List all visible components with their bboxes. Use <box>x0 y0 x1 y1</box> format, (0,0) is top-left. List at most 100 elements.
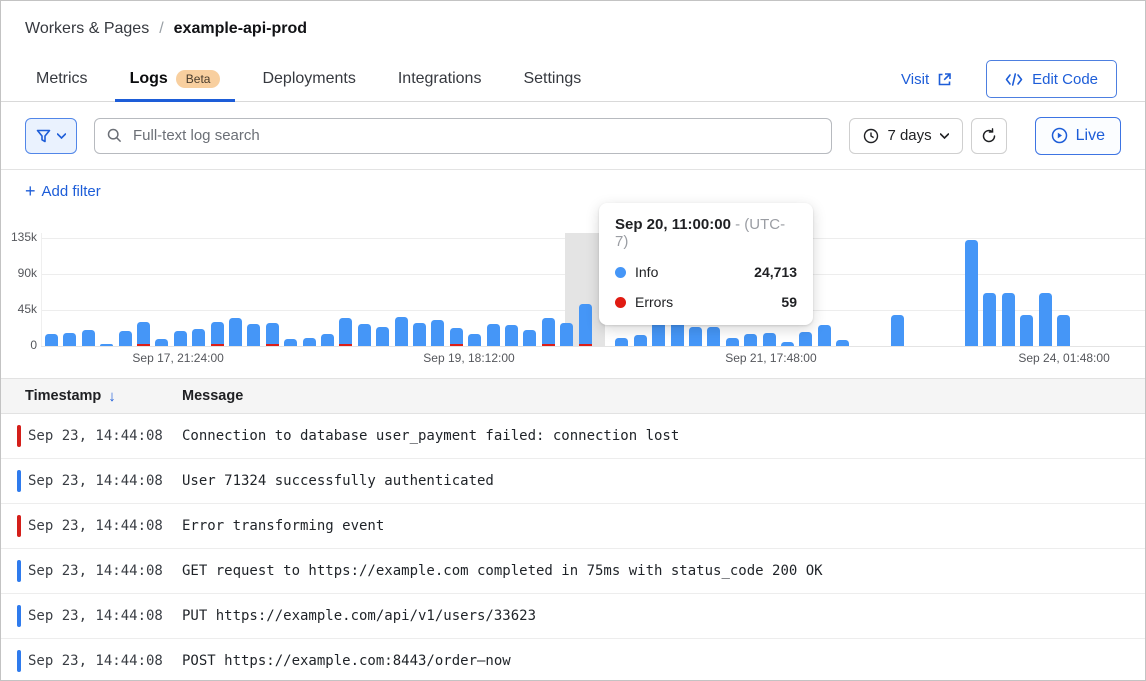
chart-bar[interactable] <box>818 325 831 346</box>
chart-bar[interactable] <box>82 330 95 346</box>
chart-bar[interactable] <box>468 334 481 346</box>
log-row[interactable]: Sep 23, 14:44:08User 71324 successfully … <box>1 459 1145 504</box>
chart-bar[interactable] <box>726 338 739 346</box>
chart-bar[interactable] <box>799 332 812 346</box>
chart-bar[interactable] <box>413 323 426 346</box>
bar-info-segment <box>63 333 76 346</box>
filter-toolbar: 7 days Live <box>1 102 1145 170</box>
visit-link[interactable]: Visit <box>901 71 952 88</box>
x-axis-tick-label: Sep 21, 17:48:00 <box>696 351 846 365</box>
chart-bar[interactable] <box>229 318 242 346</box>
bar-info-segment <box>211 322 224 344</box>
bar-info-segment <box>247 324 260 346</box>
bar-info-segment <box>303 338 316 346</box>
log-volume-chart: Sep 20, 11:00:00 - (UTC-7) Info 24,713 E… <box>1 212 1145 378</box>
bar-info-segment <box>505 325 518 346</box>
tab-deployments[interactable]: Deployments <box>262 57 355 101</box>
add-filter-row: + Add filter <box>1 170 1145 212</box>
column-header-timestamp[interactable]: Timestamp ↓ <box>1 388 182 405</box>
chart-bar[interactable] <box>395 317 408 346</box>
tab-integrations[interactable]: Integrations <box>398 57 482 101</box>
filter-button[interactable] <box>25 118 77 154</box>
log-row[interactable]: Sep 23, 14:44:08POST https://example.com… <box>1 639 1145 681</box>
chart-bar[interactable] <box>763 333 776 346</box>
bar-info-segment <box>634 335 647 346</box>
y-axis-tick-label: 0 <box>1 338 37 352</box>
chart-bar[interactable] <box>615 338 628 346</box>
bar-info-segment <box>983 293 996 346</box>
chart-bar[interactable] <box>192 329 205 346</box>
chart-bar[interactable] <box>1039 293 1052 346</box>
bar-error-segment <box>339 344 352 346</box>
chart-bar[interactable] <box>45 334 58 346</box>
bar-info-segment <box>1002 293 1015 346</box>
chart-bar[interactable] <box>266 323 279 346</box>
y-axis-tick-label: 90k <box>1 266 37 280</box>
breadcrumb-workers-pages[interactable]: Workers & Pages <box>25 20 149 38</box>
chart-bar[interactable] <box>339 318 352 346</box>
chart-bar[interactable] <box>965 240 978 346</box>
search-input[interactable] <box>131 126 819 145</box>
live-button[interactable]: Live <box>1035 117 1121 155</box>
chart-bar[interactable] <box>836 340 849 346</box>
refresh-button[interactable] <box>971 118 1007 154</box>
bar-info-segment <box>1020 315 1033 346</box>
chart-bar[interactable] <box>174 331 187 346</box>
chart-bar[interactable] <box>211 322 224 346</box>
chart-bar[interactable] <box>431 320 444 346</box>
chart-bar[interactable] <box>560 323 573 346</box>
log-row[interactable]: Sep 23, 14:44:08Connection to database u… <box>1 414 1145 459</box>
log-level-info-indicator <box>17 605 21 627</box>
log-row[interactable]: Sep 23, 14:44:08Error transforming event <box>1 504 1145 549</box>
tab-actions: Visit Edit Code <box>901 57 1117 101</box>
bar-info-segment <box>579 304 592 344</box>
edit-code-button[interactable]: Edit Code <box>986 60 1117 98</box>
chart-bar[interactable] <box>321 334 334 346</box>
tab-metrics[interactable]: Metrics <box>36 57 88 101</box>
tooltip-errors-value: 59 <box>781 294 797 310</box>
tab-logs[interactable]: LogsBeta <box>115 57 236 101</box>
log-row[interactable]: Sep 23, 14:44:08GET request to https://e… <box>1 549 1145 594</box>
tab-settings[interactable]: Settings <box>523 57 581 101</box>
log-message: Connection to database user_payment fail… <box>182 428 679 444</box>
chart-bar[interactable] <box>155 339 168 346</box>
chart-bar[interactable] <box>983 293 996 346</box>
chart-bar[interactable] <box>487 324 500 346</box>
chart-bar[interactable] <box>523 330 536 346</box>
chart-bar[interactable] <box>781 342 794 346</box>
chart-bar[interactable] <box>303 338 316 346</box>
chart-bar[interactable] <box>137 322 150 346</box>
chart-bar[interactable] <box>634 335 647 346</box>
breadcrumb: Workers & Pages / example-api-prod <box>25 20 307 38</box>
chart-bar[interactable] <box>119 331 132 346</box>
chart-bar[interactable] <box>542 318 555 346</box>
chart-bar[interactable] <box>284 339 297 346</box>
chart-bar[interactable] <box>376 327 389 346</box>
chart-bar[interactable] <box>689 327 702 346</box>
chart-bar[interactable] <box>358 324 371 346</box>
y-axis-tick-label: 135k <box>1 230 37 244</box>
chart-bar[interactable] <box>579 304 592 346</box>
bar-info-segment <box>560 323 573 346</box>
bar-info-segment <box>266 323 279 344</box>
chart-bar[interactable] <box>707 327 720 346</box>
bar-info-segment <box>376 327 389 346</box>
chart-bar[interactable] <box>450 328 463 346</box>
chart-bar[interactable] <box>744 334 757 346</box>
chart-bar[interactable] <box>247 324 260 346</box>
beta-badge: Beta <box>176 70 221 88</box>
add-filter-button[interactable]: + Add filter <box>25 182 101 200</box>
chart-bar[interactable] <box>100 344 113 346</box>
chart-bar[interactable] <box>1002 293 1015 346</box>
chart-bar[interactable] <box>652 322 665 346</box>
bar-error-segment <box>542 344 555 346</box>
sort-desc-icon[interactable]: ↓ <box>108 388 116 405</box>
chart-bar[interactable] <box>63 333 76 346</box>
chart-bar[interactable] <box>891 315 904 346</box>
chart-bar[interactable] <box>1020 315 1033 346</box>
time-range-dropdown[interactable]: 7 days <box>849 118 962 154</box>
log-row[interactable]: Sep 23, 14:44:08PUT https://example.com/… <box>1 594 1145 639</box>
log-timestamp: Sep 23, 14:44:08 <box>1 473 182 489</box>
chart-bar[interactable] <box>505 325 518 346</box>
chart-bar[interactable] <box>1057 315 1070 346</box>
